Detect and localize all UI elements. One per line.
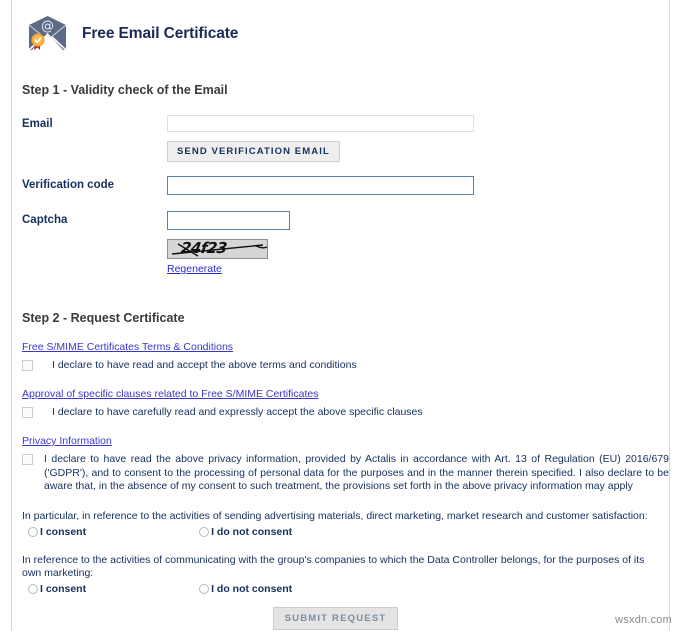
group-consent-no-radio[interactable]: [199, 583, 210, 594]
captcha-group: 24f23 Regenerate: [167, 211, 290, 277]
group-consent-question: In reference to the activities of commun…: [22, 553, 645, 579]
marketing-consent-radio-group: I consent I do not consent: [22, 526, 669, 538]
marketing-consent-yes-label: I consent: [40, 525, 87, 538]
privacy-consent-row: I declare to have read the above privacy…: [22, 453, 669, 494]
captcha-label: Captcha: [22, 214, 68, 226]
group-consent-no-option[interactable]: I do not consent: [199, 583, 292, 595]
marketing-consent-yes-radio[interactable]: [28, 526, 38, 537]
group-consent-radio-group: I consent I do not consent: [22, 583, 669, 595]
group-consent-no-label: I do not consent: [211, 582, 293, 595]
page-content: @ Free Email Certificate Step 1 - Validi…: [12, 0, 669, 631]
page-header: @ Free Email Certificate: [12, 0, 669, 56]
verification-code-row: Verification code: [22, 176, 669, 195]
step2-heading: Step 2 - Request Certificate: [22, 311, 185, 325]
terms-and-conditions-link[interactable]: Free S/MIME Certificates Terms & Conditi…: [22, 341, 233, 353]
submit-request-button[interactable]: SUBMIT REQUEST: [272, 606, 399, 630]
free-email-certificate-page: @ Free Email Certificate Step 1 - Validi…: [0, 0, 680, 631]
step1-heading: Step 1 - Validity check of the Email: [22, 83, 228, 97]
marketing-consent-block: In particular, in reference to the activ…: [22, 510, 669, 538]
regenerate-captcha-link[interactable]: Regenerate: [167, 263, 222, 275]
email-certificate-icon: @: [25, 14, 70, 54]
svg-text:@: @: [41, 19, 54, 34]
clauses-checkbox-label: I declare to have carefully read and exp…: [52, 406, 423, 418]
step2-section: Step 2 - Request Certificate Free S/MIME…: [12, 311, 669, 630]
email-input[interactable]: [167, 115, 474, 132]
group-consent-yes-option[interactable]: I consent: [28, 583, 86, 595]
email-label: Email: [22, 118, 53, 130]
clauses-checkbox[interactable]: [22, 407, 33, 418]
marketing-consent-no-label: I do not consent: [211, 525, 293, 538]
captcha-input[interactable]: [167, 211, 290, 230]
marketing-consent-question: In particular, in reference to the activ…: [22, 509, 648, 522]
terms-checkbox[interactable]: [22, 360, 33, 371]
terms-consent-row: I declare to have read and accept the ab…: [22, 359, 669, 372]
submit-button-container: SUBMIT REQUEST: [22, 606, 669, 630]
send-verification-email-button[interactable]: SEND VERIFICATION EMAIL: [167, 141, 340, 162]
email-row: Email SEND VERIFICATION EMAIL: [22, 115, 669, 162]
site-watermark: wsxdn.com: [615, 614, 672, 626]
marketing-consent-yes-option[interactable]: I consent: [28, 526, 86, 538]
marketing-consent-no-option[interactable]: I do not consent: [199, 526, 292, 538]
group-consent-yes-radio[interactable]: [28, 583, 38, 594]
page-title: Free Email Certificate: [82, 24, 239, 42]
clauses-consent-row: I declare to have carefully read and exp…: [22, 406, 669, 419]
verification-code-input[interactable]: [167, 176, 474, 195]
group-consent-block: In reference to the activities of commun…: [22, 554, 669, 595]
privacy-checkbox[interactable]: [22, 454, 33, 465]
privacy-information-link[interactable]: Privacy Information: [22, 435, 112, 447]
privacy-checkbox-label: I declare to have read the above privacy…: [44, 453, 669, 492]
captcha-row: Captcha 24f23 Regenerate: [22, 211, 669, 277]
email-field-group: SEND VERIFICATION EMAIL: [167, 115, 474, 162]
marketing-consent-no-radio[interactable]: [199, 526, 210, 537]
specific-clauses-link[interactable]: Approval of specific clauses related to …: [22, 388, 318, 400]
page-right-border: [669, 0, 670, 631]
captcha-image: 24f23: [167, 239, 268, 259]
terms-checkbox-label: I declare to have read and accept the ab…: [52, 359, 357, 371]
step1-section: Step 1 - Validity check of the Email Ema…: [12, 83, 669, 277]
verification-code-label: Verification code: [22, 179, 115, 191]
group-consent-yes-label: I consent: [40, 582, 87, 595]
